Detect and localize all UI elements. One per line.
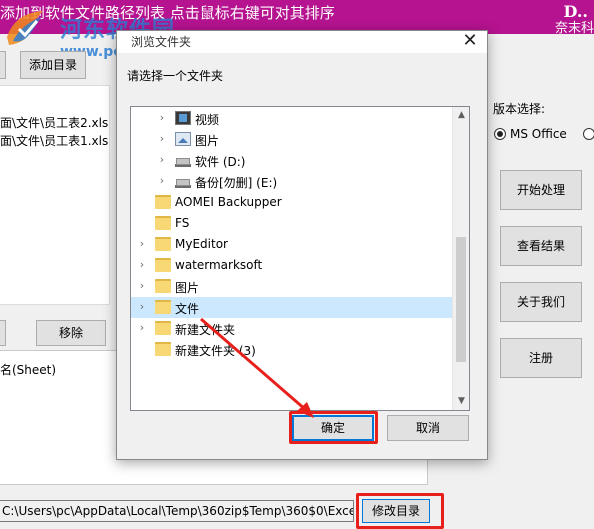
brand: D.. 奈末科 <box>542 0 594 36</box>
remove-button[interactable]: 移除 <box>36 320 106 346</box>
tree-item-label: 文件 <box>175 302 200 316</box>
folder-icon <box>155 321 171 335</box>
chevron-right-icon[interactable]: › <box>137 258 147 271</box>
ok-label: 确定 <box>320 421 345 435</box>
tree-item-label: 新建文件夹 <box>175 323 236 337</box>
chevron-right-icon[interactable]: › <box>157 174 167 187</box>
change-directory-label: 修改目录 <box>371 504 420 518</box>
folder-icon <box>155 237 171 251</box>
tree-item[interactable]: › 图片 <box>131 129 453 150</box>
about-us-button[interactable]: 关于我们 <box>500 282 582 322</box>
start-process-label: 开始处理 <box>516 183 565 197</box>
app-title: 添加到软件文件路径列表 点击鼠标右键可对其排序 <box>0 4 335 22</box>
ok-button[interactable]: 确定 <box>292 415 374 441</box>
app-titlebar: 添加到软件文件路径列表 点击鼠标右键可对其排序 D.. 奈末科 <box>0 0 594 36</box>
file-list-item[interactable]: 面\文件\员工表1.xls <box>0 132 108 149</box>
pictures-library-icon <box>175 132 191 146</box>
folder-icon <box>155 216 171 230</box>
chevron-right-icon[interactable]: › <box>137 237 147 250</box>
add-directory-button[interactable]: 添加目录 <box>20 51 86 79</box>
video-library-icon <box>175 111 191 125</box>
output-path-field[interactable]: C:\Users\pc\AppData\Local\Temp\360zip$Te… <box>0 500 354 522</box>
tree-item[interactable]: AOMEI Backupper <box>131 192 453 213</box>
folder-icon <box>155 300 171 314</box>
tree-item[interactable]: › 新建文件夹 <box>131 318 453 339</box>
tree-item[interactable]: › 文件 <box>131 297 453 318</box>
dialog-titlebar: 浏览文件夹 ✕ <box>117 31 487 53</box>
tree-item-label: 图片 <box>175 281 200 295</box>
tree-item-label: 新建文件夹 (3) <box>175 344 256 358</box>
tree-scrollbar[interactable]: ▲ ▼ <box>452 107 469 410</box>
folder-icon <box>155 258 171 272</box>
drive-icon <box>175 174 191 188</box>
dialog-prompt: 请选择一个文件夹 <box>127 69 224 83</box>
chevron-right-icon[interactable]: › <box>137 321 147 334</box>
close-icon[interactable]: ✕ <box>453 31 487 53</box>
tree-item[interactable]: › 视频 <box>131 108 453 129</box>
tree-item[interactable]: › MyEditor <box>131 234 453 255</box>
tree-item[interactable]: FS <box>131 213 453 234</box>
view-results-button[interactable]: 查看结果 <box>500 226 582 266</box>
scroll-down-icon[interactable]: ▼ <box>453 393 469 410</box>
about-us-label: 关于我们 <box>516 295 565 309</box>
tree-item[interactable]: › 备份[勿删] (E:) <box>131 171 453 192</box>
version-radio-ms-office[interactable] <box>494 128 506 140</box>
tree-item-label: AOMEI Backupper <box>175 195 282 209</box>
folder-icon <box>155 342 171 356</box>
file-list[interactable]: 面\文件\员工表2.xls 面\文件\员工表1.xls <box>0 85 110 305</box>
chevron-right-icon[interactable]: › <box>157 153 167 166</box>
dialog-title: 浏览文件夹 <box>131 35 192 49</box>
folder-icon <box>155 195 171 209</box>
tree-item[interactable]: › 图片 <box>131 276 453 297</box>
list-button-partial[interactable] <box>0 320 6 346</box>
drive-icon <box>175 153 191 167</box>
tree-item-label: 备份[勿删] (E:) <box>195 176 278 190</box>
chevron-right-icon[interactable]: › <box>137 300 147 313</box>
cancel-label: 取消 <box>415 421 440 435</box>
tree-item[interactable]: › watermarksoft <box>131 255 453 276</box>
chevron-right-icon[interactable]: › <box>157 132 167 145</box>
tree-item-label: FS <box>175 216 190 230</box>
tree-item[interactable]: › 软件 (D:) <box>131 150 453 171</box>
scroll-up-icon[interactable]: ▲ <box>453 107 469 124</box>
tree-item-label: 图片 <box>195 134 220 148</box>
tree-item-label: MyEditor <box>175 237 228 251</box>
tree-item-label: 软件 (D:) <box>195 155 246 169</box>
tree-item-label: 视频 <box>195 113 220 127</box>
toolbar-button-partial[interactable] <box>0 51 6 79</box>
chevron-right-icon[interactable]: › <box>137 279 147 292</box>
chevron-right-icon[interactable]: › <box>157 111 167 124</box>
add-directory-label: 添加目录 <box>28 58 77 72</box>
change-directory-button[interactable]: 修改目录 <box>362 499 430 523</box>
version-label: 版本选择: <box>493 102 546 116</box>
folder-tree[interactable]: › 视频 › 图片 › 软件 (D:) › 备份[勿删] (E:) AOMEI Backuppe… <box>130 106 470 411</box>
version-radio-other[interactable] <box>583 128 594 140</box>
browse-folder-dialog: 浏览文件夹 ✕ 请选择一个文件夹 › 视频 › 图片 › 软件 (D:) › 备份[勿删] (… <box>116 30 488 460</box>
tree-item[interactable]: 新建文件夹 (3) <box>131 339 453 360</box>
folder-icon <box>155 279 171 293</box>
register-label: 注册 <box>528 351 553 365</box>
version-radio-label: MS Office <box>510 127 567 141</box>
tree-item-label: watermarksoft <box>175 258 263 272</box>
brand-name: 奈末科 <box>554 21 594 36</box>
scroll-thumb[interactable] <box>456 237 466 362</box>
view-results-label: 查看结果 <box>516 239 565 253</box>
cancel-button[interactable]: 取消 <box>387 415 469 441</box>
file-list-item[interactable]: 面\文件\员工表2.xls <box>0 114 108 131</box>
start-process-button[interactable]: 开始处理 <box>500 170 582 210</box>
remove-label: 移除 <box>58 326 83 340</box>
register-button[interactable]: 注册 <box>500 338 582 378</box>
sheet-list-item[interactable]: 名(Sheet) <box>0 361 56 378</box>
